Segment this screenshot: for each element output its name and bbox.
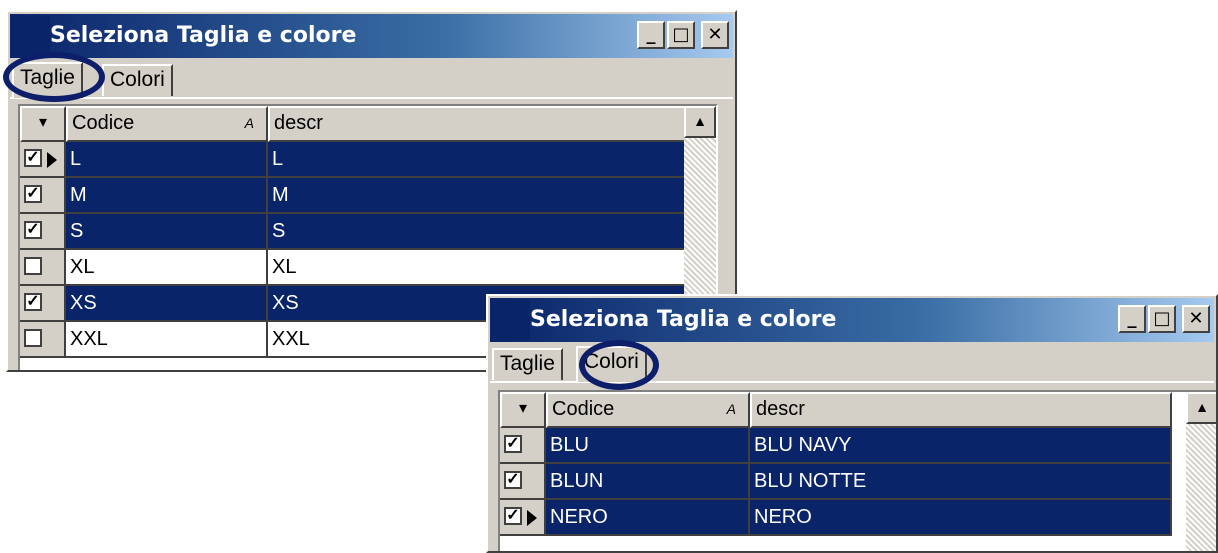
tab-colori[interactable]: Colori (576, 346, 647, 382)
row-checkbox[interactable] (24, 257, 42, 275)
row-checkbox[interactable]: ✓ (504, 471, 522, 489)
scroll-up-button[interactable]: ▲ (1186, 392, 1216, 424)
cell-descr[interactable]: XL (268, 250, 686, 286)
window-title: Seleziona Taglia e colore (50, 23, 357, 48)
row-checkbox[interactable] (24, 329, 42, 347)
title-bar[interactable]: Seleziona Taglia e colore _ □ ✕ (490, 298, 1214, 342)
table-row[interactable]: ✓ NERO NERO (500, 500, 1172, 536)
cell-descr[interactable]: M (268, 178, 686, 214)
cell-codice[interactable]: M (66, 178, 268, 214)
cell-descr[interactable]: L (268, 142, 686, 178)
close-button[interactable]: ✕ (701, 21, 729, 49)
filter-icon: ▾ (518, 400, 528, 417)
tab-taglie[interactable]: Taglie (492, 348, 563, 380)
row-checkbox[interactable]: ✓ (24, 149, 42, 167)
cell-descr[interactable]: NERO (750, 500, 1172, 536)
sort-icon: A (244, 115, 254, 131)
vertical-scrollbar[interactable]: ▲ (1186, 392, 1216, 551)
table-row[interactable]: ✓ BLU BLU NAVY (500, 428, 1172, 464)
minimize-button[interactable]: _ (637, 21, 665, 49)
tab-taglie[interactable]: Taglie (12, 62, 83, 98)
filter-header[interactable]: ▾ (500, 392, 546, 428)
current-row-arrow-icon (47, 152, 57, 168)
row-checkbox[interactable]: ✓ (24, 293, 42, 311)
row-checkbox[interactable]: ✓ (504, 507, 522, 525)
colors-grid: ▾ Codice A descr ✓ BLU BLU NAVY ✓ BLUN B… (498, 390, 1216, 551)
sort-icon: A (726, 401, 736, 417)
app-icon[interactable] (490, 300, 530, 340)
table-row[interactable]: ✓ L L (20, 142, 686, 178)
filter-icon: ▾ (38, 114, 48, 131)
cell-codice[interactable]: NERO (546, 500, 750, 536)
table-row[interactable]: ✓ M M (20, 178, 686, 214)
cell-codice[interactable]: XL (66, 250, 268, 286)
row-checkbox[interactable]: ✓ (504, 435, 522, 453)
row-checkbox[interactable]: ✓ (24, 185, 42, 203)
tab-divider (10, 97, 733, 99)
column-header-descr[interactable]: descr (750, 392, 1172, 428)
cell-codice[interactable]: XS (66, 286, 268, 322)
app-icon[interactable] (10, 16, 50, 56)
cell-codice[interactable]: S (66, 214, 268, 250)
cell-codice[interactable]: L (66, 142, 268, 178)
table-row[interactable]: ✓ BLUN BLU NOTTE (500, 464, 1172, 500)
cell-descr[interactable]: S (268, 214, 686, 250)
minimize-button[interactable]: _ (1118, 305, 1146, 333)
tab-colori[interactable]: Colori (102, 64, 173, 96)
cell-codice[interactable]: BLUN (546, 464, 750, 500)
column-header-codice[interactable]: Codice A (546, 392, 750, 428)
column-header-descr[interactable]: descr (268, 106, 686, 142)
table-row[interactable]: XL XL (20, 250, 686, 286)
close-button[interactable]: ✕ (1182, 305, 1210, 333)
window-colori: Seleziona Taglia e colore _ □ ✕ Taglie C… (486, 294, 1218, 553)
filter-header[interactable]: ▾ (20, 106, 66, 142)
cell-descr[interactable]: BLU NAVY (750, 428, 1172, 464)
table-row[interactable]: ✓ S S (20, 214, 686, 250)
cell-descr[interactable]: BLU NOTTE (750, 464, 1172, 500)
current-row-arrow-icon (527, 510, 537, 526)
column-header-codice[interactable]: Codice A (66, 106, 268, 142)
scroll-up-button[interactable]: ▲ (684, 106, 716, 138)
window-title: Seleziona Taglia e colore (530, 307, 837, 332)
maximize-button[interactable]: □ (667, 21, 695, 49)
cell-codice[interactable]: BLU (546, 428, 750, 464)
row-checkbox[interactable]: ✓ (24, 221, 42, 239)
title-bar[interactable]: Seleziona Taglia e colore _ □ ✕ (10, 14, 733, 58)
maximize-button[interactable]: □ (1148, 305, 1176, 333)
cell-codice[interactable]: XXL (66, 322, 268, 358)
